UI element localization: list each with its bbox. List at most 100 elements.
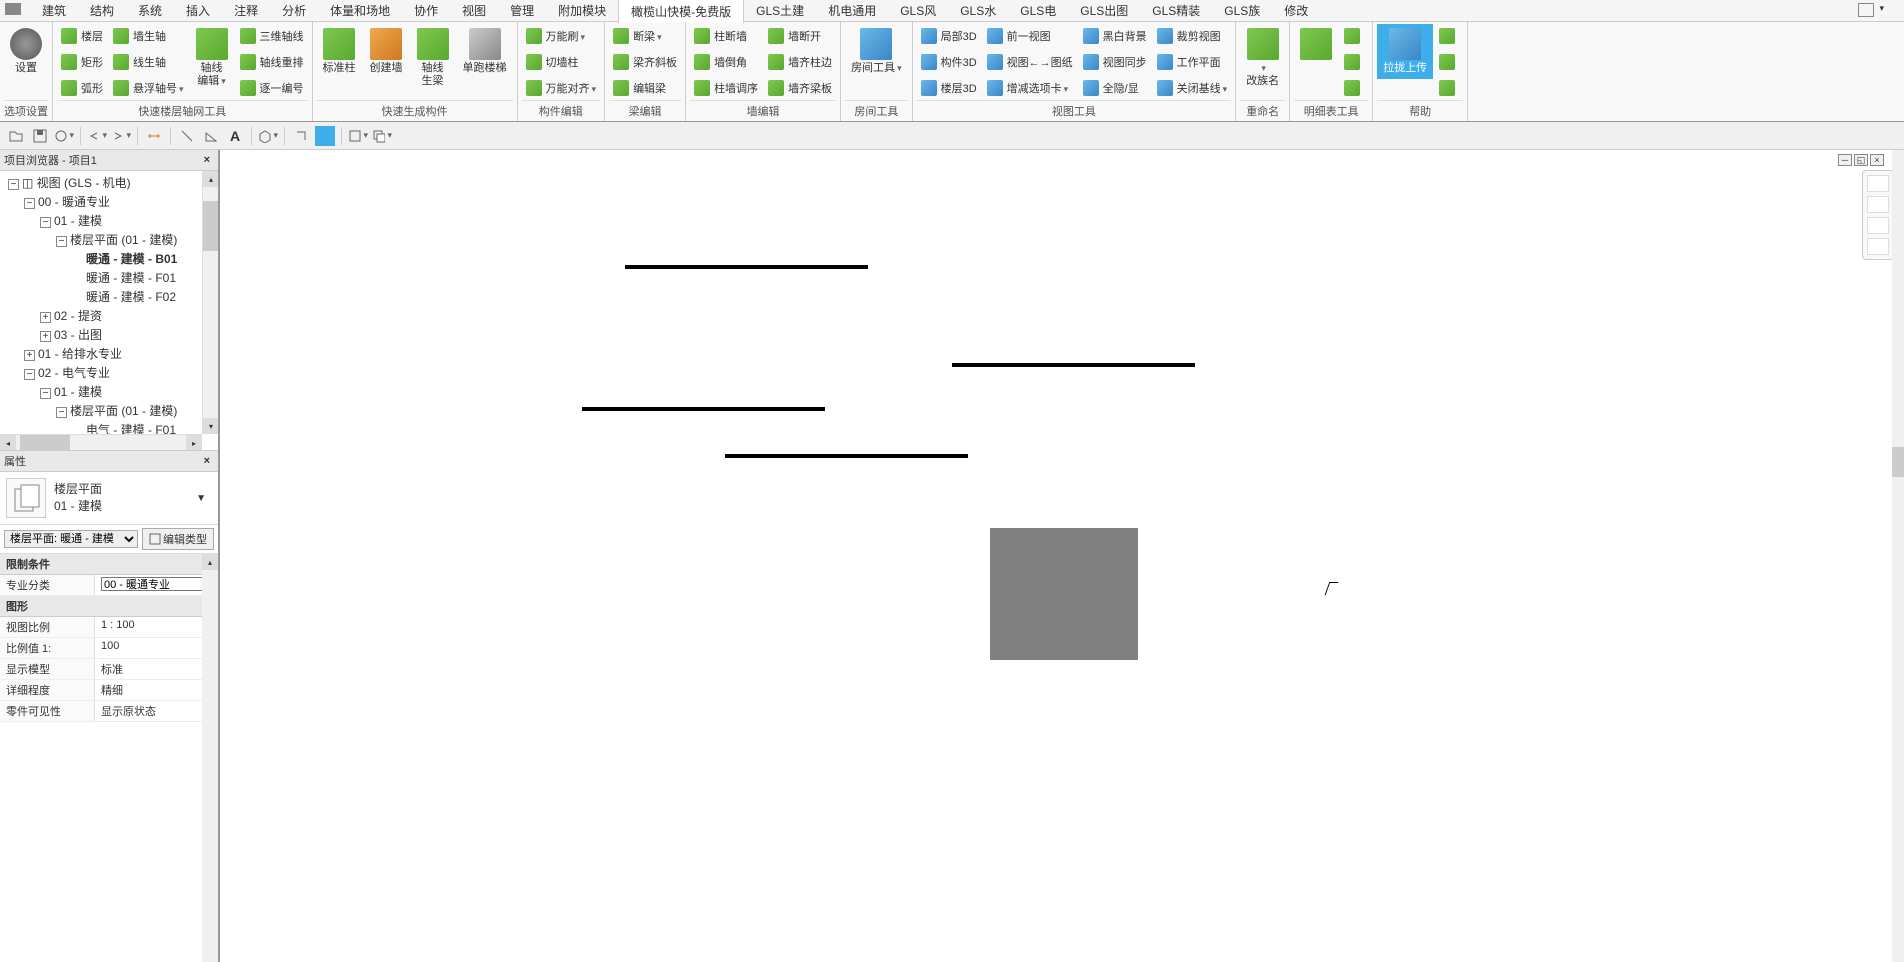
property-value[interactable]: 1 : 100 [95, 617, 218, 637]
collapse-icon[interactable]: − [56, 236, 67, 247]
ribbon-tab[interactable]: GLS风 [888, 0, 948, 22]
collapse-icon[interactable]: − [40, 388, 51, 399]
ribbon-button[interactable]: 万能对齐 [522, 76, 601, 100]
sync-icon[interactable] [54, 126, 74, 146]
ribbon-button[interactable]: 墙断开 [764, 24, 836, 48]
ribbon-tab[interactable]: 橄榄山快模-免费版 [618, 0, 744, 23]
property-row[interactable]: 专业分类 [0, 575, 218, 596]
open-icon[interactable] [6, 126, 26, 146]
property-value[interactable]: 精细 [95, 680, 218, 700]
ribbon-tab[interactable]: GLS电 [1008, 0, 1068, 22]
ribbon-tab[interactable]: 体量和场地 [318, 0, 402, 22]
scroll-down-icon[interactable]: ▾ [203, 418, 218, 434]
ribbon-button[interactable] [1435, 50, 1463, 74]
expand-icon[interactable]: + [40, 312, 51, 323]
ribbon-tab[interactable]: 系统 [126, 0, 174, 22]
ribbon-button[interactable]: 黑白背景 [1079, 24, 1151, 48]
view-mode-icon[interactable] [1858, 3, 1874, 17]
tree-node[interactable]: −02 - 电气专业 [4, 363, 218, 382]
tree-node[interactable]: +02 - 提资 [4, 306, 218, 325]
wall-element[interactable] [952, 363, 1195, 367]
collapse-icon[interactable]: − [24, 198, 35, 209]
ribbon-button[interactable]: 轴线重排 [236, 50, 308, 74]
property-row[interactable]: 零件可见性显示原状态 [0, 701, 218, 722]
align-icon[interactable] [177, 126, 197, 146]
save-icon[interactable] [30, 126, 50, 146]
ribbon-button[interactable]: 改族名 [1240, 24, 1285, 92]
close-icon[interactable]: × [200, 154, 214, 166]
collapse-icon[interactable]: − [24, 369, 35, 380]
ribbon-button[interactable]: 楼层3D [917, 76, 981, 100]
ribbon-button[interactable]: 柱断墙 [690, 24, 762, 48]
ribbon-tab[interactable]: 插入 [174, 0, 222, 22]
wall-element[interactable] [725, 454, 968, 458]
scroll-up-icon[interactable]: ▴ [203, 171, 218, 187]
ribbon-button[interactable]: 切墙柱 [522, 50, 601, 74]
ribbon-button[interactable]: 三维轴线 [236, 24, 308, 48]
close-view-icon[interactable]: × [1870, 154, 1884, 166]
property-section-header[interactable]: 图形⌄ [0, 596, 218, 617]
canvas-vertical-scrollbar[interactable] [1892, 150, 1904, 962]
ribbon-button[interactable]: 矩形 [57, 50, 107, 74]
pan-icon[interactable] [1867, 196, 1889, 213]
property-section-header[interactable]: 限制条件⌄ [0, 554, 218, 575]
filled-region-element[interactable] [990, 528, 1138, 660]
tree-node[interactable]: +01 - 给排水专业 [4, 344, 218, 363]
text-icon[interactable]: A [225, 126, 245, 146]
ribbon-tab[interactable]: 协作 [402, 0, 450, 22]
measure-icon[interactable] [144, 126, 164, 146]
collapse-icon[interactable]: − [56, 407, 67, 418]
property-value[interactable]: 100 [95, 638, 218, 658]
tree-node[interactable]: −楼层平面 (01 - 建模) [4, 401, 218, 420]
3d-view-icon[interactable] [258, 126, 278, 146]
ribbon-tab[interactable]: GLS出图 [1068, 0, 1140, 22]
ribbon-button[interactable]: 轴线编辑 [190, 24, 234, 92]
ribbon-button[interactable] [1435, 24, 1463, 48]
type-selector[interactable]: 楼层平面 01 - 建模 ▼ [0, 472, 218, 525]
ribbon-button[interactable]: 视图←→图纸 [983, 50, 1077, 74]
ribbon-button[interactable]: 断梁 [609, 24, 681, 48]
scroll-up-icon[interactable]: ▴ [202, 554, 218, 570]
property-value[interactable] [95, 575, 218, 595]
ribbon-button[interactable]: 墙生轴 [109, 24, 188, 48]
orbit-icon[interactable] [1867, 238, 1889, 255]
ribbon-button[interactable]: 关闭基线 [1153, 76, 1232, 100]
ribbon-button[interactable]: 拉拢上传 [1377, 24, 1433, 79]
ribbon-tab[interactable]: 建筑 [30, 0, 78, 22]
ribbon-button[interactable] [1340, 24, 1368, 48]
ribbon-button[interactable]: 线生轴 [109, 50, 188, 74]
tree-node[interactable]: 暖通 - 建模 - F02 [4, 287, 218, 306]
ribbon-button[interactable]: 局部3D [917, 24, 981, 48]
app-menu-icon[interactable] [5, 3, 21, 15]
tree-node[interactable]: −00 - 暖通专业 [4, 192, 218, 211]
view-mode-drop[interactable]: ▾ [1879, 3, 1884, 17]
ribbon-button[interactable]: 编辑梁 [609, 76, 681, 100]
thin-lines-toggle[interactable] [315, 126, 335, 146]
ribbon-button[interactable] [1340, 50, 1368, 74]
edit-type-button[interactable]: 编辑类型 [142, 528, 214, 550]
ribbon-tab[interactable]: 分析 [270, 0, 318, 22]
scroll-left-icon[interactable]: ◂ [0, 435, 16, 451]
ribbon-tab[interactable]: 视图 [450, 0, 498, 22]
close-views-icon[interactable] [348, 126, 368, 146]
ribbon-button[interactable] [1294, 24, 1338, 66]
property-row[interactable]: 显示模型标准 [0, 659, 218, 680]
tree-node[interactable]: −◫ 视图 (GLS - 机电) [4, 173, 218, 192]
ribbon-tab[interactable]: GLS精装 [1140, 0, 1212, 22]
restore-view-icon[interactable]: ◱ [1854, 154, 1868, 166]
property-row[interactable]: 比例值 1:100 [0, 638, 218, 659]
undo-icon[interactable] [87, 126, 107, 146]
ribbon-tab[interactable]: 注释 [222, 0, 270, 22]
property-value[interactable]: 显示原状态 [95, 701, 218, 721]
switch-window-icon[interactable] [372, 126, 392, 146]
close-icon[interactable]: × [200, 455, 214, 467]
scrollbar-thumb[interactable] [1892, 447, 1904, 477]
ribbon-tab[interactable]: 附加模块 [546, 0, 618, 22]
ribbon-button[interactable]: 梁齐斜板 [609, 50, 681, 74]
ribbon-tab[interactable]: 结构 [78, 0, 126, 22]
ribbon-button[interactable]: 悬浮轴号 [109, 76, 188, 100]
ribbon-button[interactable]: 房间工具 [845, 24, 908, 79]
angle-icon[interactable] [201, 126, 221, 146]
ribbon-tab[interactable]: 修改 [1272, 0, 1320, 22]
scrollbar-thumb[interactable] [203, 201, 218, 251]
